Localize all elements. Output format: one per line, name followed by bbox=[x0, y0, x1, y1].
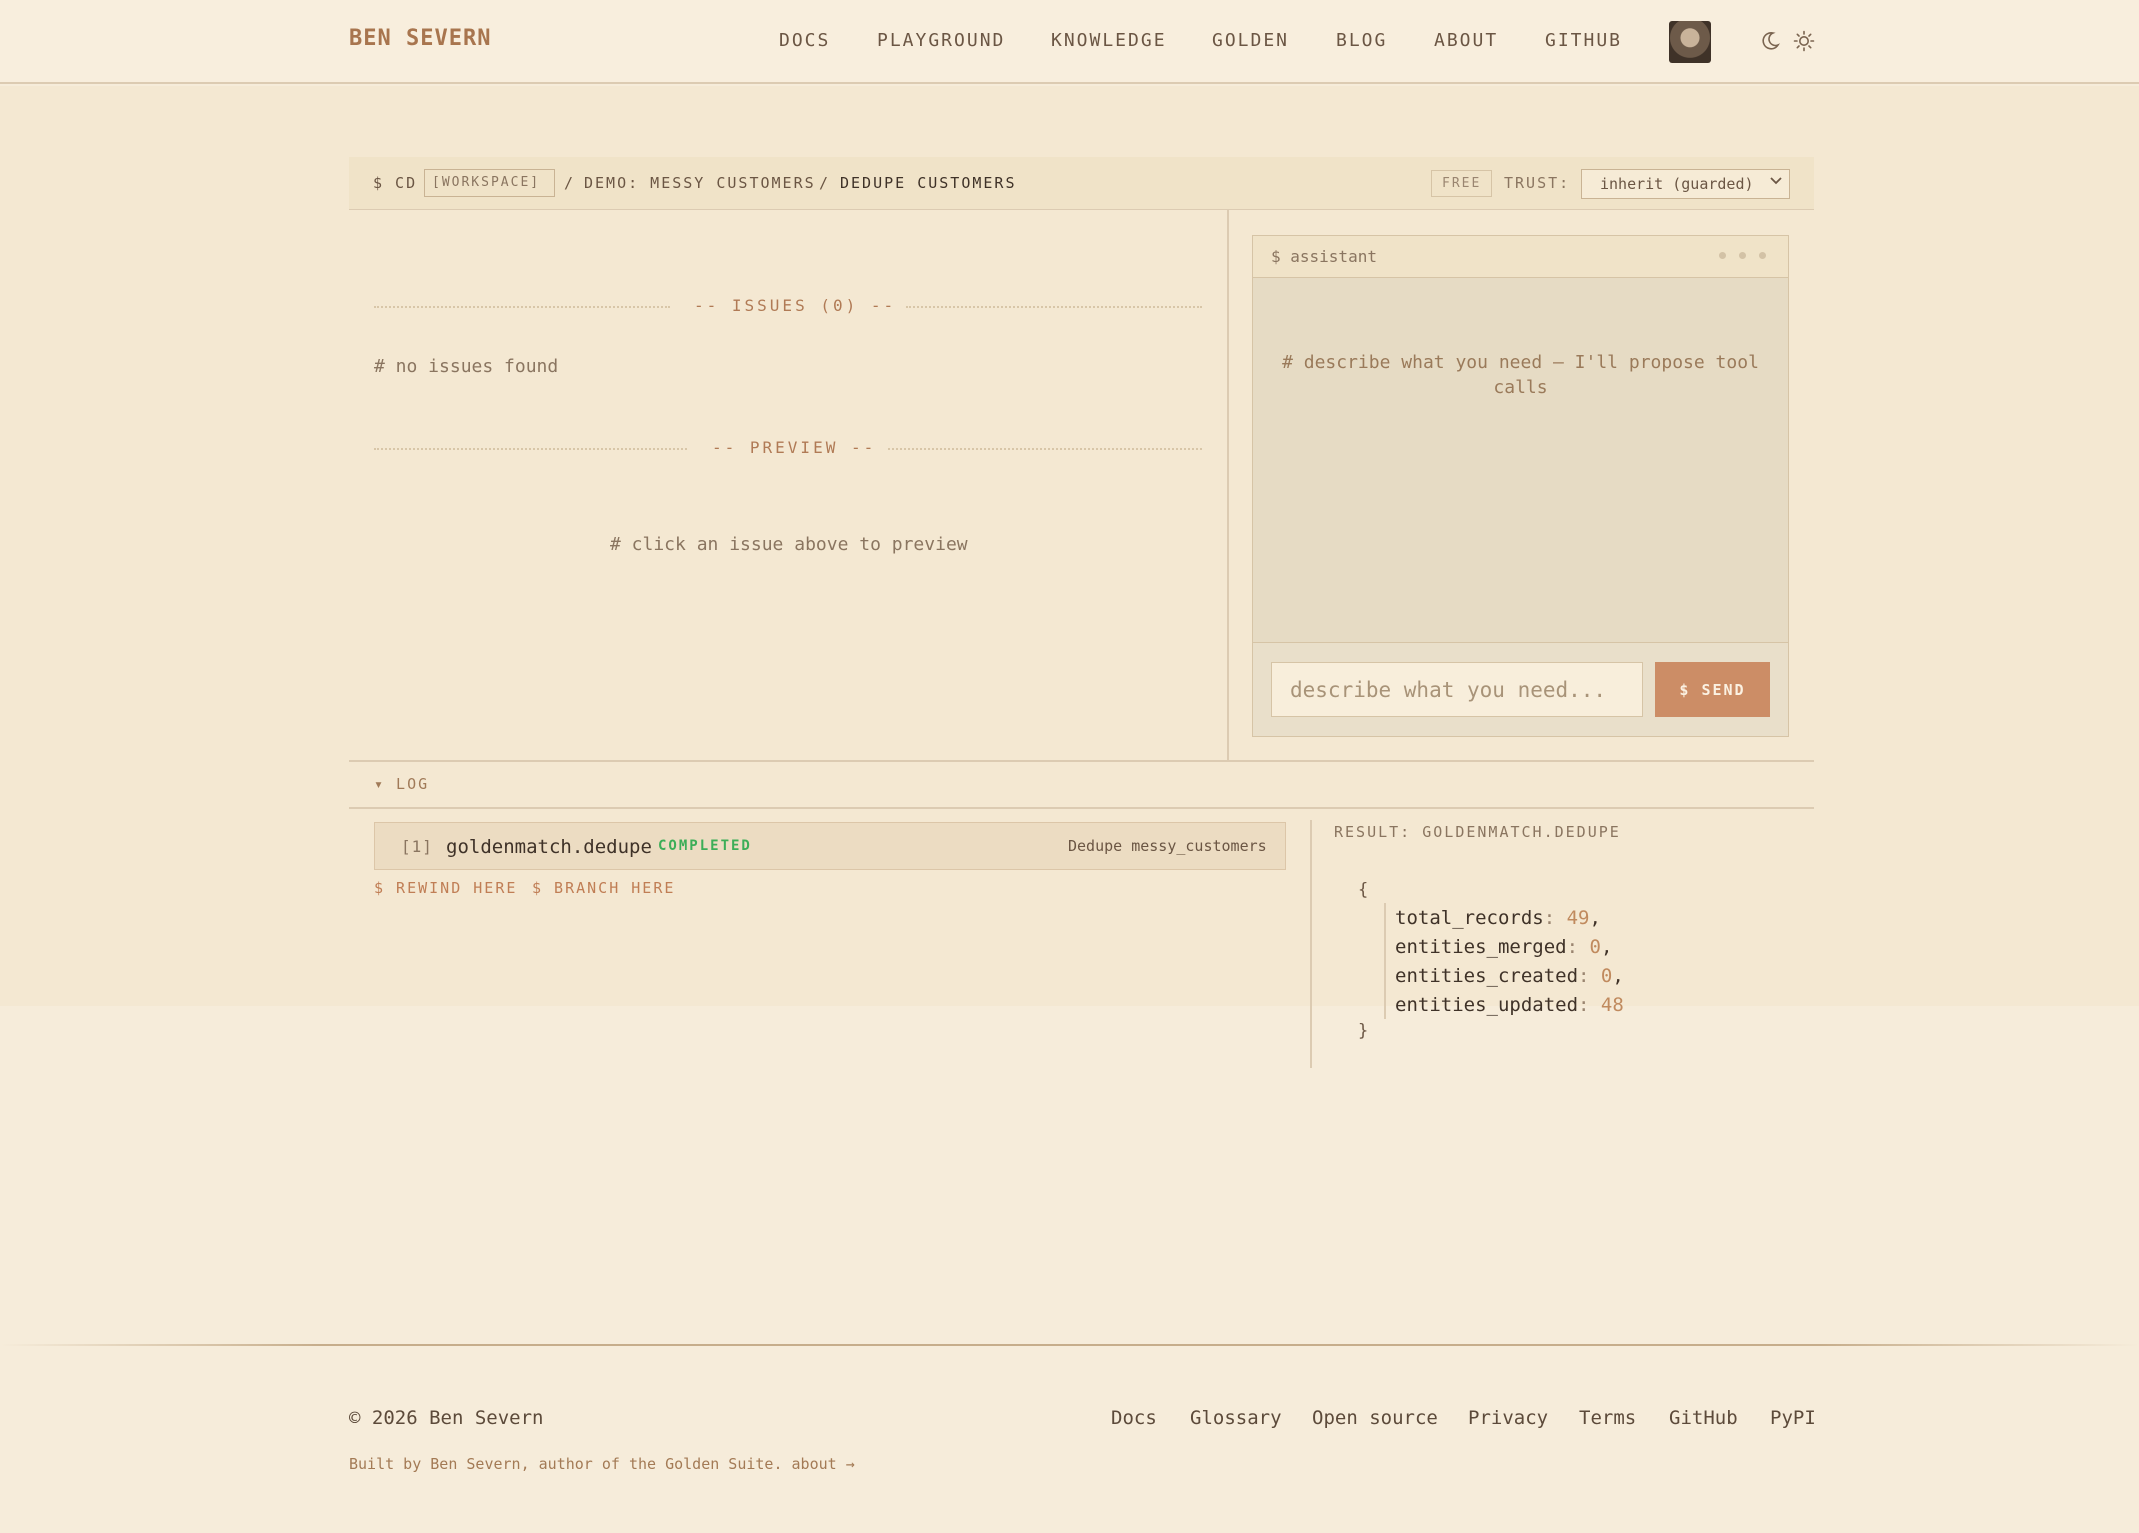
json-field: entities_updated: 48 bbox=[1395, 994, 1624, 1016]
preview-title: -- PREVIEW -- bbox=[712, 438, 877, 457]
moon-icon[interactable] bbox=[1759, 30, 1781, 52]
preview-empty-text: # click an issue above to preview bbox=[610, 534, 968, 555]
trust-select[interactable]: inherit (guarded) bbox=[1581, 169, 1790, 199]
footer-built-by[interactable]: Built by Ben Severn, author of the Golde… bbox=[349, 1455, 855, 1473]
log-toggle[interactable]: ▾ LOG bbox=[374, 775, 429, 793]
assistant-message-line: calls bbox=[1493, 377, 1548, 398]
json-key: entities_created bbox=[1395, 965, 1579, 987]
assistant-empty-message: # describe what you need — I'll propose … bbox=[1253, 350, 1788, 400]
panel-divider bbox=[1227, 210, 1229, 760]
nav-link-knowledge[interactable]: KNOWLEDGE bbox=[1051, 30, 1167, 51]
breadcrumb-separator: / bbox=[564, 174, 576, 192]
nav-link-about[interactable]: ABOUT bbox=[1434, 30, 1498, 51]
trust-label: TRUST: bbox=[1504, 174, 1571, 192]
json-key: entities_merged bbox=[1395, 936, 1567, 958]
nav-link-playground[interactable]: PLAYGROUND bbox=[877, 30, 1005, 51]
nav-link-blog[interactable]: BLOG bbox=[1336, 30, 1387, 51]
branch-here-link[interactable]: $ BRANCH HERE bbox=[532, 879, 675, 897]
panel-divider bbox=[1310, 820, 1312, 1068]
json-key: total_records bbox=[1395, 907, 1544, 929]
footer-link-docs[interactable]: Docs bbox=[1111, 1407, 1157, 1429]
json-open-brace: { bbox=[1358, 880, 1369, 900]
json-indent-guide bbox=[1384, 903, 1386, 1019]
nav-link-docs[interactable]: DOCS bbox=[779, 30, 830, 51]
footer-copyright: © 2026 Ben Severn bbox=[349, 1407, 544, 1429]
window-dot-icon bbox=[1739, 252, 1746, 259]
issues-empty-text: # no issues found bbox=[374, 356, 559, 377]
nav-link-golden[interactable]: GOLDEN bbox=[1212, 30, 1289, 51]
log-entry-description: Dedupe messy_customers bbox=[1068, 837, 1267, 855]
breadcrumb-separator: / bbox=[819, 174, 831, 192]
avatar[interactable] bbox=[1669, 21, 1711, 63]
divider bbox=[374, 448, 687, 450]
divider bbox=[906, 306, 1202, 308]
json-separator: , bbox=[1589, 907, 1601, 929]
chevron-down-icon bbox=[1770, 177, 1782, 185]
assistant-input[interactable] bbox=[1271, 662, 1643, 717]
issues-title: -- ISSUES (0) -- bbox=[694, 296, 897, 315]
sun-icon[interactable] bbox=[1793, 30, 1815, 52]
json-separator: , bbox=[1612, 965, 1624, 987]
json-value: 0 bbox=[1589, 936, 1601, 958]
divider bbox=[349, 807, 1814, 809]
breadcrumb-current: DEDUPE CUSTOMERS bbox=[840, 174, 1017, 192]
json-value: 49 bbox=[1566, 907, 1590, 929]
window-dot-icon bbox=[1759, 252, 1766, 259]
send-button[interactable]: $ SEND bbox=[1655, 662, 1770, 717]
log-entry-index: [1] bbox=[401, 837, 433, 856]
json-value: 0 bbox=[1600, 965, 1613, 987]
divider bbox=[349, 760, 1814, 762]
breadcrumb-demo-link[interactable]: DEMO: MESSY CUSTOMERS bbox=[584, 174, 816, 192]
breadcrumb-workspace-label: [WORKSPACE] bbox=[432, 175, 541, 190]
result-title: RESULT: GOLDENMATCH.DEDUPE bbox=[1334, 823, 1621, 841]
nav-link-github[interactable]: GITHUB bbox=[1545, 30, 1622, 51]
issues-panel bbox=[349, 210, 1228, 760]
divider bbox=[888, 448, 1202, 450]
footer-link-github[interactable]: GitHub bbox=[1669, 1407, 1738, 1429]
window-dot-icon bbox=[1719, 252, 1726, 259]
json-field: entities_created: 0, bbox=[1395, 965, 1624, 987]
footer-link-open-source[interactable]: Open source bbox=[1312, 1407, 1438, 1429]
assistant-title: $ assistant bbox=[1271, 247, 1377, 266]
json-field: total_records: 49, bbox=[1395, 907, 1601, 929]
plan-badge-label: FREE bbox=[1442, 176, 1482, 191]
footer-divider bbox=[0, 1344, 2139, 1346]
footer-link-glossary[interactable]: Glossary bbox=[1190, 1407, 1282, 1429]
json-close-brace: } bbox=[1358, 1021, 1369, 1041]
rewind-here-link[interactable]: $ REWIND HERE bbox=[374, 879, 517, 897]
log-entry-tool: goldenmatch.dedupe bbox=[446, 836, 652, 858]
breadcrumb-prompt: $ CD bbox=[373, 174, 418, 192]
footer-link-privacy[interactable]: Privacy bbox=[1468, 1407, 1548, 1429]
footer-link-pypi[interactable]: PyPI bbox=[1770, 1407, 1816, 1429]
brand-logo-link[interactable]: BEN SEVERN bbox=[349, 26, 491, 51]
footer-link-terms[interactable]: Terms bbox=[1579, 1407, 1636, 1429]
json-separator: , bbox=[1600, 936, 1613, 958]
status-badge: COMPLETED bbox=[658, 838, 752, 854]
json-field: entities_merged: 0, bbox=[1395, 936, 1613, 958]
assistant-message-line: # describe what you need — I'll propose … bbox=[1282, 352, 1759, 373]
divider bbox=[374, 306, 670, 308]
json-value: 48 bbox=[1600, 994, 1624, 1016]
json-key: entities_updated bbox=[1395, 994, 1579, 1016]
